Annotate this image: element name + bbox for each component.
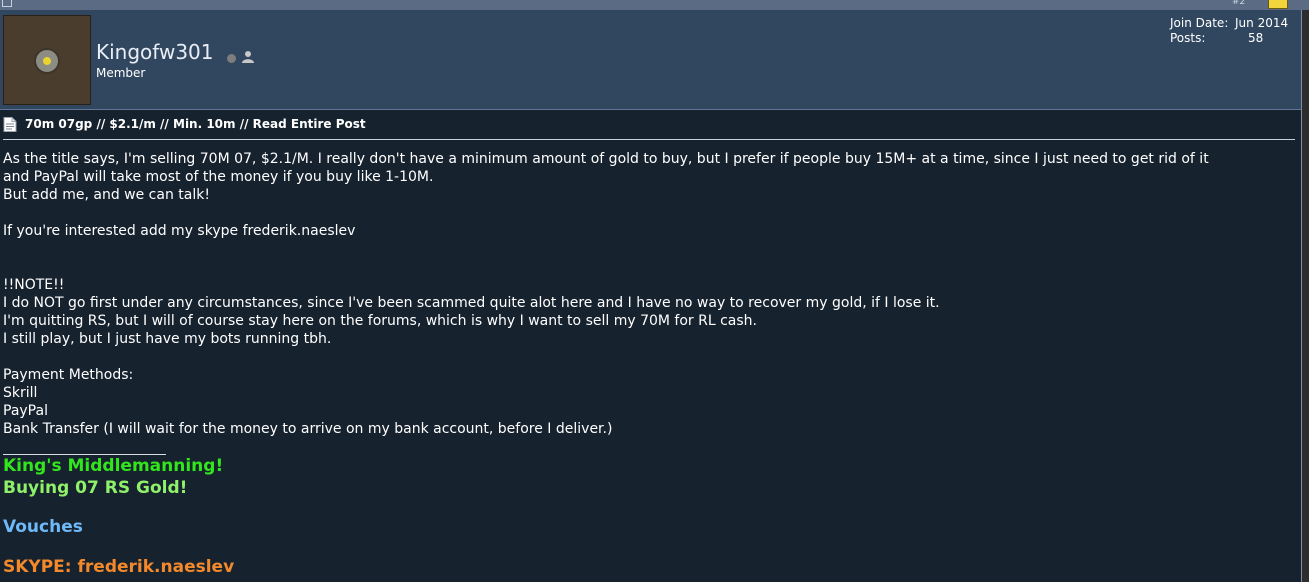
forum-post-page: #2 Kingofw301 Member Join Date: Jun 2014… (0, 0, 1309, 582)
post-number[interactable]: #2 (1232, 0, 1250, 7)
post-line: PayPal (3, 403, 48, 419)
signature-buying-link[interactable]: Buying 07 RS Gold! (3, 477, 187, 499)
signature-middleman-link[interactable]: King's Middlemanning! (3, 455, 223, 477)
posts-value: 58 (1248, 31, 1264, 45)
person-icon[interactable] (241, 50, 255, 64)
title-divider (3, 139, 1295, 140)
post-line: Bank Transfer (I will wait for the money… (3, 421, 613, 437)
posts-label: Posts: (1170, 31, 1206, 45)
scrollbar-track[interactable] (1301, 10, 1309, 582)
offline-status-icon (227, 54, 236, 63)
post-line (3, 258, 1295, 276)
join-date-label: Join Date: (1170, 16, 1229, 30)
post-line: I still play, but I just have my bots ru… (3, 331, 332, 347)
user-info-panel: Kingofw301 Member Join Date: Jun 2014 Po… (0, 10, 1301, 110)
post-line: !!NOTE!! (3, 277, 65, 293)
signature-skype: SKYPE: frederik.naeslev (3, 557, 235, 577)
document-icon (3, 117, 17, 132)
post-line: As the title says, I'm selling 70M 07, $… (3, 151, 1209, 167)
post-line: But add me, and we can talk! (3, 187, 210, 203)
signature-vouches-link[interactable]: Vouches (3, 516, 83, 538)
post-title: 70m 07gp // $2.1/m // Min. 10m // Read E… (25, 117, 366, 131)
post-line: Skrill (3, 385, 38, 401)
username-link[interactable]: Kingofw301 (96, 40, 214, 64)
join-date-row: Join Date: Jun 2014 (1170, 16, 1298, 31)
post-status-icon (2, 0, 12, 7)
post-line (3, 348, 1295, 366)
post-line (3, 240, 1295, 258)
post-header-bar: #2 (0, 0, 1309, 10)
user-stats: Join Date: Jun 2014 Posts: 58 (1170, 16, 1298, 46)
avatar[interactable] (3, 15, 91, 105)
join-date-value: Jun 2014 (1235, 16, 1289, 30)
post-line (3, 204, 1295, 222)
post-content: 70m 07gp // $2.1/m // Min. 10m // Read E… (0, 110, 1300, 582)
post-line: If you're interested add my skype freder… (3, 223, 356, 239)
avatar-image (34, 48, 60, 74)
post-line: I do NOT go first under any circumstance… (3, 295, 940, 311)
post-line: Payment Methods: (3, 367, 134, 383)
posts-row: Posts: 58 (1170, 31, 1298, 46)
post-line: and PayPal will take most of the money i… (3, 169, 434, 185)
post-body: As the title says, I'm selling 70M 07, $… (3, 150, 1295, 438)
post-line: I'm quitting RS, but I will of course st… (3, 313, 757, 329)
warning-icon[interactable] (1268, 0, 1288, 9)
panel-border (1301, 10, 1302, 582)
user-title: Member (96, 66, 146, 80)
